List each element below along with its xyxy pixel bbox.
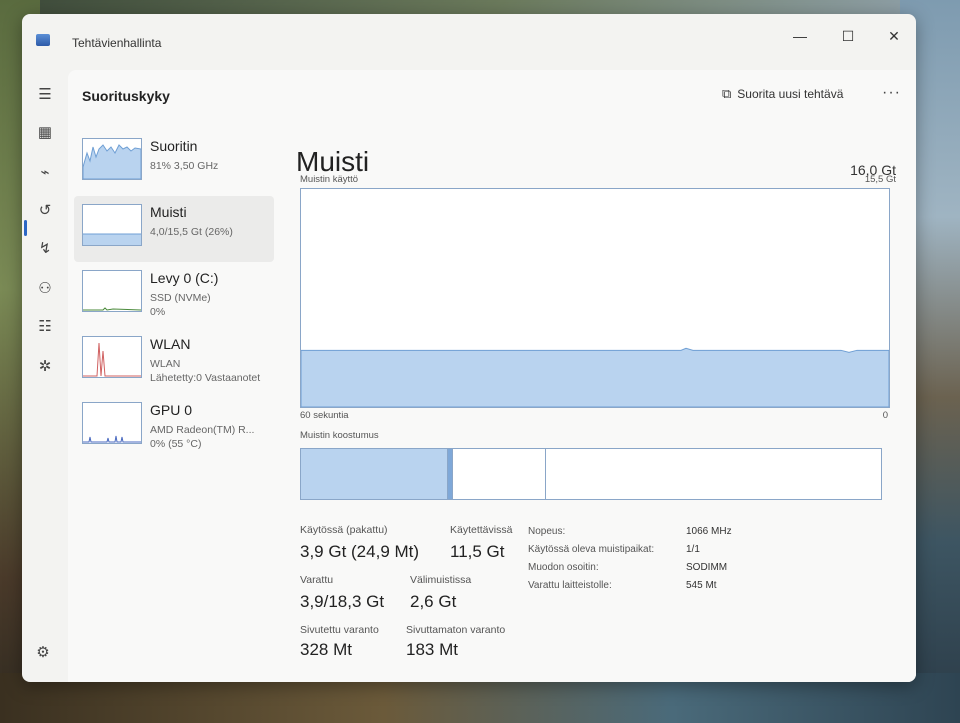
- composition-in-use: [301, 449, 448, 499]
- nav-active-indicator: [24, 220, 27, 236]
- users-icon[interactable]: ⚇: [34, 278, 56, 300]
- memory-composition-label: Muistin koostumus: [300, 430, 379, 441]
- in-use-label: Käytössä (pakattu): [300, 524, 388, 536]
- device-item-memory[interactable]: Muisti 4,0/15,5 Gt (26%): [74, 196, 274, 262]
- memory-usage-max: 15,5 Gt: [864, 174, 896, 185]
- memory-thumbnail: [82, 204, 142, 246]
- device-sub: AMD Radeon(TM) R...: [150, 424, 255, 436]
- detail-value: 545 Mt: [686, 580, 717, 591]
- detail-key: Käytössä oleva muistipaikat:: [528, 544, 655, 555]
- device-name: WLAN: [150, 336, 191, 352]
- time-axis-left: 60 sekuntia: [300, 410, 349, 421]
- performance-icon[interactable]: ⌁: [34, 162, 56, 184]
- maximize-button[interactable]: ☐: [828, 22, 868, 50]
- composition-free: [546, 449, 881, 499]
- memory-usage-label: Muistin käyttö: [300, 174, 359, 185]
- details-icon[interactable]: ☷: [34, 316, 56, 338]
- device-sub: WLAN: [150, 358, 181, 370]
- nonpaged-pool-label: Sivuttamaton varanto: [406, 624, 506, 636]
- paged-pool-label: Sivutettu varanto: [300, 624, 379, 636]
- memory-thumb-graph: [83, 233, 141, 245]
- composition-standby: [453, 449, 546, 499]
- available-value: 11,5 Gt: [450, 542, 505, 561]
- page-title: Suorituskyky: [82, 88, 170, 104]
- history-icon[interactable]: ↺: [34, 200, 56, 222]
- run-task-label: Suorita uusi tehtävä: [737, 87, 844, 101]
- title-bar[interactable]: Tehtävienhallinta — ☐ ✕: [22, 14, 916, 70]
- cached-label: Välimuistissa: [410, 574, 472, 586]
- wlan-thumbnail: [82, 336, 142, 378]
- processes-icon[interactable]: ▦: [34, 122, 56, 144]
- disk-thumbnail: [82, 270, 142, 312]
- gpu-thumbnail: [82, 402, 142, 444]
- nonpaged-pool-value: 183 Mt: [406, 640, 458, 659]
- device-sub2: 0% (55 °C): [150, 438, 202, 450]
- device-sub2: 0%: [150, 306, 166, 318]
- in-use-value: 3,9 Gt (24,9 Mt): [300, 542, 420, 561]
- memory-usage-graph: [300, 188, 890, 408]
- more-options-button[interactable]: ···: [882, 84, 901, 102]
- device-item-cpu[interactable]: Suoritin 81% 3,50 GHz: [74, 130, 274, 196]
- device-sub: 81% 3,50 GHz: [150, 160, 219, 172]
- run-new-task-button[interactable]: ⧉ Suorita uusi tehtävä: [722, 86, 843, 102]
- wlan-thumb-graph: [83, 342, 141, 377]
- startup-icon[interactable]: ↯: [34, 238, 56, 260]
- device-name: Levy 0 (C:): [150, 270, 219, 286]
- services-icon[interactable]: ✲: [34, 356, 56, 378]
- cpu-thumb-graph: [83, 144, 141, 179]
- hamburger-icon[interactable]: ☰: [34, 84, 56, 106]
- cpu-thumbnail: [82, 138, 142, 180]
- time-axis-right: 0: [882, 410, 888, 421]
- memory-usage-svg: [300, 347, 890, 408]
- nav-rail: ☰ ▦ ⌁ ↺ ↯ ⚇ ☷ ✲ ⚙: [22, 70, 68, 682]
- run-task-icon: ⧉: [722, 86, 732, 101]
- device-item-disk[interactable]: Levy 0 (C:) SSD (NVMe) 0%: [74, 262, 274, 328]
- device-sub: 4,0/15,5 Gt (26%): [150, 226, 233, 238]
- detail-key: Nopeus:: [528, 526, 566, 537]
- available-label: Käytettävissä: [450, 524, 513, 536]
- device-item-gpu[interactable]: GPU 0 AMD Radeon(TM) R... 0% (55 °C): [74, 394, 274, 460]
- detail-key: Muodon osoitin:: [528, 562, 599, 573]
- device-list: Suoritin 81% 3,50 GHz Muisti 4,0/15,5 Gt…: [74, 130, 274, 460]
- committed-value: 3,9/18,3 Gt: [300, 592, 385, 611]
- detail-value: SODIMM: [686, 562, 728, 573]
- performance-content: Suorituskyky ⧉ Suorita uusi tehtävä ··· …: [68, 70, 916, 682]
- device-sub2: Lähetetty:0 Vastaanotet: [150, 372, 261, 384]
- cached-value: 2,6 Gt: [410, 592, 457, 611]
- committed-label: Varattu: [300, 574, 334, 586]
- detail-value: 1/1: [686, 544, 700, 555]
- task-manager-window: Tehtävienhallinta — ☐ ✕ ☰ ▦ ⌁ ↺ ↯ ⚇ ☷ ✲ …: [22, 14, 916, 682]
- gear-icon[interactable]: ⚙: [32, 642, 54, 664]
- device-name: GPU 0: [150, 402, 193, 418]
- gpu-thumb-graph: [83, 435, 141, 443]
- paged-pool-value: 328 Mt: [300, 640, 352, 659]
- detail-key: Varattu laitteistolle:: [528, 580, 612, 591]
- window-title: Tehtävienhallinta: [72, 36, 162, 50]
- disk-thumb-graph: [83, 307, 141, 311]
- memory-composition-bar: [300, 448, 882, 500]
- detail-value: 1066 MHz: [686, 526, 732, 537]
- device-sub: SSD (NVMe): [150, 292, 211, 304]
- minimize-button[interactable]: —: [780, 22, 820, 50]
- device-name: Muisti: [150, 204, 187, 220]
- task-manager-app-icon: [36, 34, 50, 46]
- device-name: Suoritin: [150, 138, 198, 154]
- memory-usage-area: [300, 347, 890, 408]
- device-item-wlan[interactable]: WLAN WLAN Lähetetty:0 Vastaanotet: [74, 328, 274, 394]
- close-button[interactable]: ✕: [874, 22, 914, 50]
